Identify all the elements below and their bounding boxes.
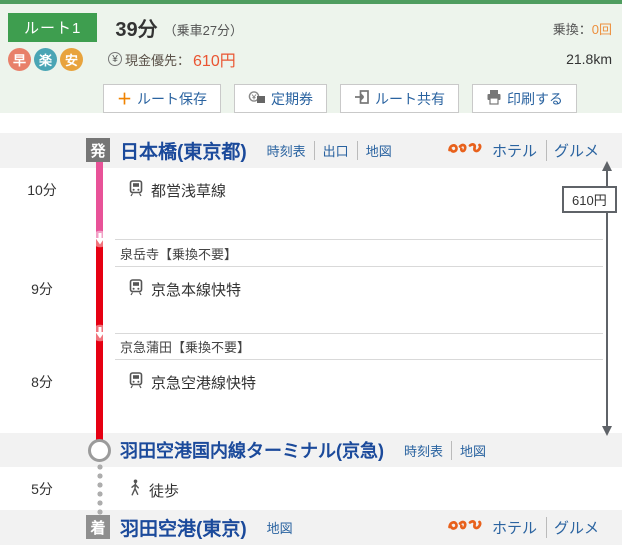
share-route-label: ルート共有	[375, 90, 446, 107]
transfer-count-row: 乗換：0回	[553, 19, 612, 38]
map-link[interactable]: 地図	[451, 440, 494, 460]
walk-dotted-line	[97, 463, 103, 521]
through-service-arrow-icon	[91, 230, 109, 248]
segment-duration: 5分	[31, 481, 53, 497]
transfer-label: 乗換：	[552, 22, 592, 37]
line-name: 京急本線快特	[151, 282, 242, 299]
via-station-marker	[88, 439, 111, 462]
walk-icon	[128, 479, 142, 501]
departure-badge: 発	[86, 138, 110, 162]
segment-row-walk: 5分 徒歩	[0, 467, 622, 510]
transfer-station-name: 京急蒲田	[120, 340, 173, 355]
route-line-toei-asakusa	[96, 160, 103, 239]
segment-duration: 10分	[27, 182, 57, 198]
print-label: 印刷する	[507, 90, 564, 107]
arrival-badge: 着	[86, 515, 110, 539]
total-distance: 21.8km	[566, 51, 612, 67]
train-icon	[128, 279, 144, 300]
fare-row: ¥ 現金優先： 610円	[108, 47, 236, 71]
easy-tag-icon: 楽	[34, 47, 57, 71]
commuter-pass-icon	[248, 90, 266, 108]
route-summary-header: ルート1 39分 （乗車27分） 乗換：0回 早 楽 安 ¥ 現金優先： 610…	[0, 0, 622, 113]
share-icon	[354, 89, 370, 108]
transfer-note: 【乗換不要】	[159, 246, 238, 262]
through-service-arrow-icon	[91, 324, 109, 342]
fast-tag-icon: 早	[8, 47, 31, 71]
fare-value: 610円	[193, 53, 236, 70]
gourmet-link[interactable]: グルメ	[545, 140, 606, 161]
route-detail-panel: 日本橋(東京都) 時刻表 出口 地図 ホテル グルメ 10分 都営浅草線 泉岳寺…	[0, 133, 622, 545]
segment-row-asakusa-line: 10分 都営浅草線	[0, 168, 622, 239]
hotel-link[interactable]: ホテル	[485, 140, 544, 161]
gourmet-link[interactable]: グルメ	[545, 517, 606, 538]
train-icon	[128, 180, 144, 201]
line-name: 都営浅草線	[151, 183, 227, 200]
print-button[interactable]: 印刷する	[472, 84, 578, 113]
departure-station-name[interactable]: 日本橋(東京都)	[120, 137, 247, 164]
train-icon	[128, 372, 144, 393]
fare-tag: 610円	[562, 186, 617, 213]
via-station-name[interactable]: 羽田空港国内線ターミナル(京急)	[120, 437, 384, 463]
line-name: 徒歩	[149, 482, 180, 500]
cheap-tag-icon: 安	[60, 47, 83, 71]
ride-time: （乗車27分）	[163, 23, 244, 38]
transfer-note: 【乗換不要】	[172, 340, 251, 355]
total-duration: 39分	[115, 19, 158, 41]
map-link[interactable]: 地図	[356, 141, 400, 160]
arrival-station-name[interactable]: 羽田空港(東京)	[120, 514, 247, 541]
segment-duration: 8分	[31, 374, 53, 390]
fare-label: 現金優先：	[125, 52, 191, 68]
exit-link[interactable]: 出口	[313, 141, 357, 160]
save-route-label: ルート保存	[137, 90, 208, 107]
timetable-link[interactable]: 時刻表	[259, 141, 314, 160]
transfer-count: 0回	[591, 22, 612, 37]
share-route-button[interactable]: ルート共有	[340, 84, 460, 113]
transfer-station-name: 泉岳寺	[120, 246, 160, 262]
jalan-logo-icon	[447, 140, 483, 161]
commuter-pass-label: 定期券	[271, 90, 314, 107]
route-number-badge: ルート1	[8, 13, 98, 42]
map-link[interactable]: 地図	[259, 518, 301, 537]
timetable-link[interactable]: 時刻表	[396, 441, 451, 460]
transfer-row-keikyu-kamata: 京急蒲田 【乗換不要】	[115, 333, 603, 360]
printer-icon	[486, 89, 502, 108]
segment-row-keikyu-airport: 8分 京急空港線快特	[0, 360, 622, 433]
transfer-row-sengakuji: 泉岳寺 【乗換不要】	[115, 239, 603, 267]
segment-duration: 9分	[31, 281, 53, 297]
save-route-button[interactable]: ＋ ルート保存	[103, 84, 222, 113]
line-name: 京急空港線快特	[151, 375, 257, 392]
hotel-link[interactable]: ホテル	[485, 517, 544, 538]
jalan-logo-icon	[447, 517, 483, 538]
commuter-pass-button[interactable]: 定期券	[234, 84, 328, 113]
yen-circle-icon: ¥	[108, 52, 122, 66]
plus-icon: ＋	[117, 91, 133, 108]
